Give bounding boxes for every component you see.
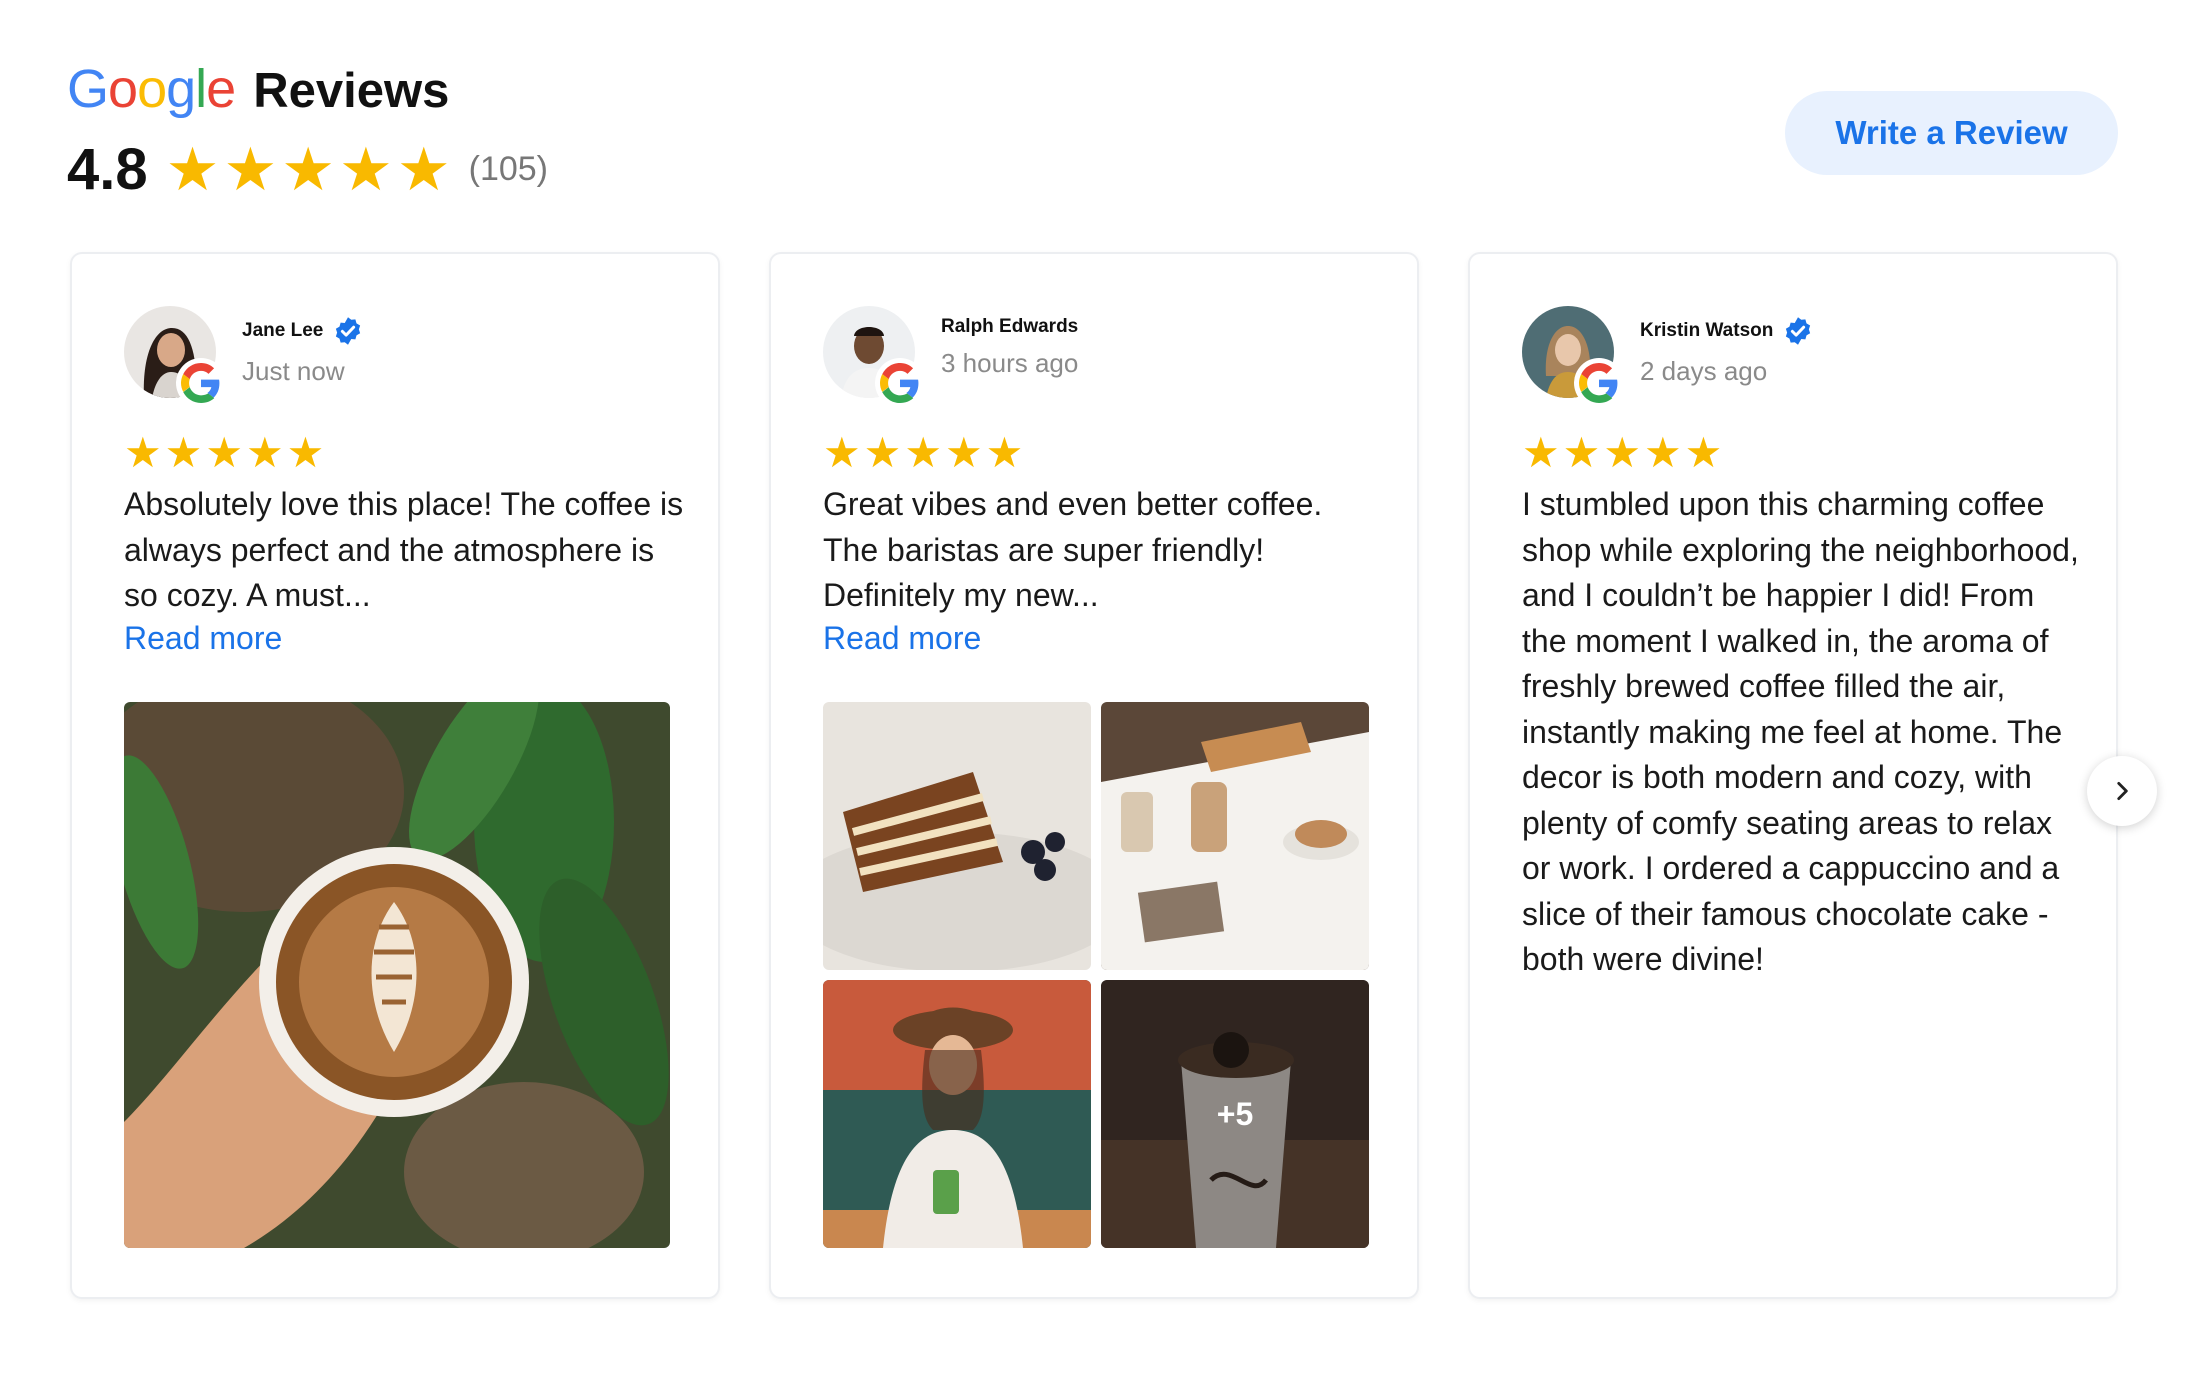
name-row: Jane Lee <box>242 316 363 346</box>
review-photo[interactable]: +5 <box>1101 980 1369 1248</box>
rating-value: 4.8 <box>67 137 148 202</box>
avatar <box>1522 306 1624 408</box>
reviews-word: Reviews <box>253 64 450 118</box>
review-author: Kristin Watson 2 days ago <box>1522 306 1813 408</box>
review-stars: ★ ★ ★ ★ ★ <box>823 432 1023 474</box>
star-icon: ★ <box>944 429 983 476</box>
review-text: Great vibes and even better coffee. The … <box>823 486 1323 613</box>
logo-letter: g <box>166 59 196 119</box>
star-icon: ★ <box>164 429 203 476</box>
reviewer-name: Kristin Watson <box>1640 320 1774 341</box>
next-slide-button[interactable] <box>2087 756 2157 826</box>
review-author: Jane Lee Just now <box>124 306 363 408</box>
review-time: Just now <box>242 356 345 386</box>
review-photo[interactable] <box>823 702 1091 970</box>
review-photo[interactable] <box>124 702 670 1248</box>
star-icon: ★ <box>1684 429 1723 476</box>
star-icon: ★ <box>1562 429 1601 476</box>
author-meta: Jane Lee Just now <box>242 306 363 398</box>
review-stars: ★ ★ ★ ★ ★ <box>124 432 324 474</box>
latte-photo <box>124 702 670 1248</box>
star-icon: ★ <box>205 429 243 476</box>
review-count: (105) <box>468 150 548 188</box>
write-review-button[interactable]: Write a Review <box>1785 91 2118 175</box>
star-icon: ★ <box>1603 429 1641 476</box>
read-more-link[interactable]: Read more <box>124 620 282 657</box>
review-stars: ★ ★ ★ ★ ★ <box>1522 432 1722 474</box>
star-icon: ★ <box>863 429 902 476</box>
author-meta: Ralph Edwards 3 hours ago <box>941 306 1078 398</box>
google-g-icon <box>1574 358 1624 408</box>
star-icon: ★ <box>823 429 861 476</box>
verified-check-icon <box>1786 317 1811 345</box>
review-card: Jane Lee Just now ★ ★ ★ ★ ★ Absolutely l… <box>70 252 720 1299</box>
read-more-link[interactable]: Read more <box>823 620 981 657</box>
chevron-right-icon <box>2117 782 2128 800</box>
review-text: Absolutely love this place! The coffee i… <box>124 486 684 613</box>
review-photo[interactable] <box>1101 702 1369 970</box>
star-icon: ★ <box>286 429 325 476</box>
brand-title: Google Reviews <box>67 62 548 116</box>
logo-letter: G <box>67 59 109 119</box>
star-icon: ★ <box>904 429 942 476</box>
reviews-header: Google Reviews 4.8 ★ ★ ★ ★ ★ (105) <box>67 62 548 203</box>
name-row: Ralph Edwards <box>941 316 1078 338</box>
review-card: Ralph Edwards 3 hours ago ★ ★ ★ ★ ★ Grea… <box>769 252 1419 1299</box>
google-g-icon <box>875 358 925 408</box>
overall-stars: ★ ★ ★ ★ ★ <box>165 135 451 203</box>
overall-rating: 4.8 ★ ★ ★ ★ ★ (105) <box>67 136 548 203</box>
star-icon: ★ <box>1643 429 1682 476</box>
star-icon: ★ <box>1522 429 1560 476</box>
google-g-icon <box>176 358 226 408</box>
reviewer-name: Jane Lee <box>242 320 324 341</box>
cake-photo <box>823 702 1091 970</box>
avatar <box>823 306 925 408</box>
star-icon: ★ <box>985 429 1024 476</box>
woman-photo <box>823 980 1091 1248</box>
photo-grid: +5 <box>823 702 1369 1248</box>
name-row: Kristin Watson <box>1640 316 1813 346</box>
star-icon: ★ <box>245 429 284 476</box>
logo-letter: o <box>137 59 167 119</box>
avatar <box>124 306 226 408</box>
star-icon: ★ <box>339 135 393 203</box>
author-meta: Kristin Watson 2 days ago <box>1640 306 1813 398</box>
reviewer-name: Ralph Edwards <box>941 316 1079 337</box>
review-text: I stumbled upon this charming coffee sho… <box>1522 486 2079 977</box>
star-icon: ★ <box>124 429 162 476</box>
logo-letter: l <box>195 59 207 119</box>
verified-check-icon <box>336 317 361 345</box>
logo-letter: e <box>206 59 236 119</box>
star-icon: ★ <box>396 135 451 203</box>
star-icon: ★ <box>281 135 336 203</box>
google-logo-text: Google <box>67 59 236 119</box>
coffee-table-photo <box>1101 702 1369 970</box>
logo-letter: o <box>108 59 138 119</box>
star-icon: ★ <box>165 135 220 203</box>
more-photos-overlay[interactable]: +5 <box>1101 980 1369 1248</box>
review-author: Ralph Edwards 3 hours ago <box>823 306 1078 408</box>
star-icon: ★ <box>223 135 278 203</box>
review-time: 2 days ago <box>1640 356 1768 386</box>
review-time: 3 hours ago <box>941 348 1079 378</box>
review-card: Kristin Watson 2 days ago ★ ★ ★ ★ ★ I st… <box>1468 252 2118 1299</box>
review-photo[interactable] <box>823 980 1091 1248</box>
